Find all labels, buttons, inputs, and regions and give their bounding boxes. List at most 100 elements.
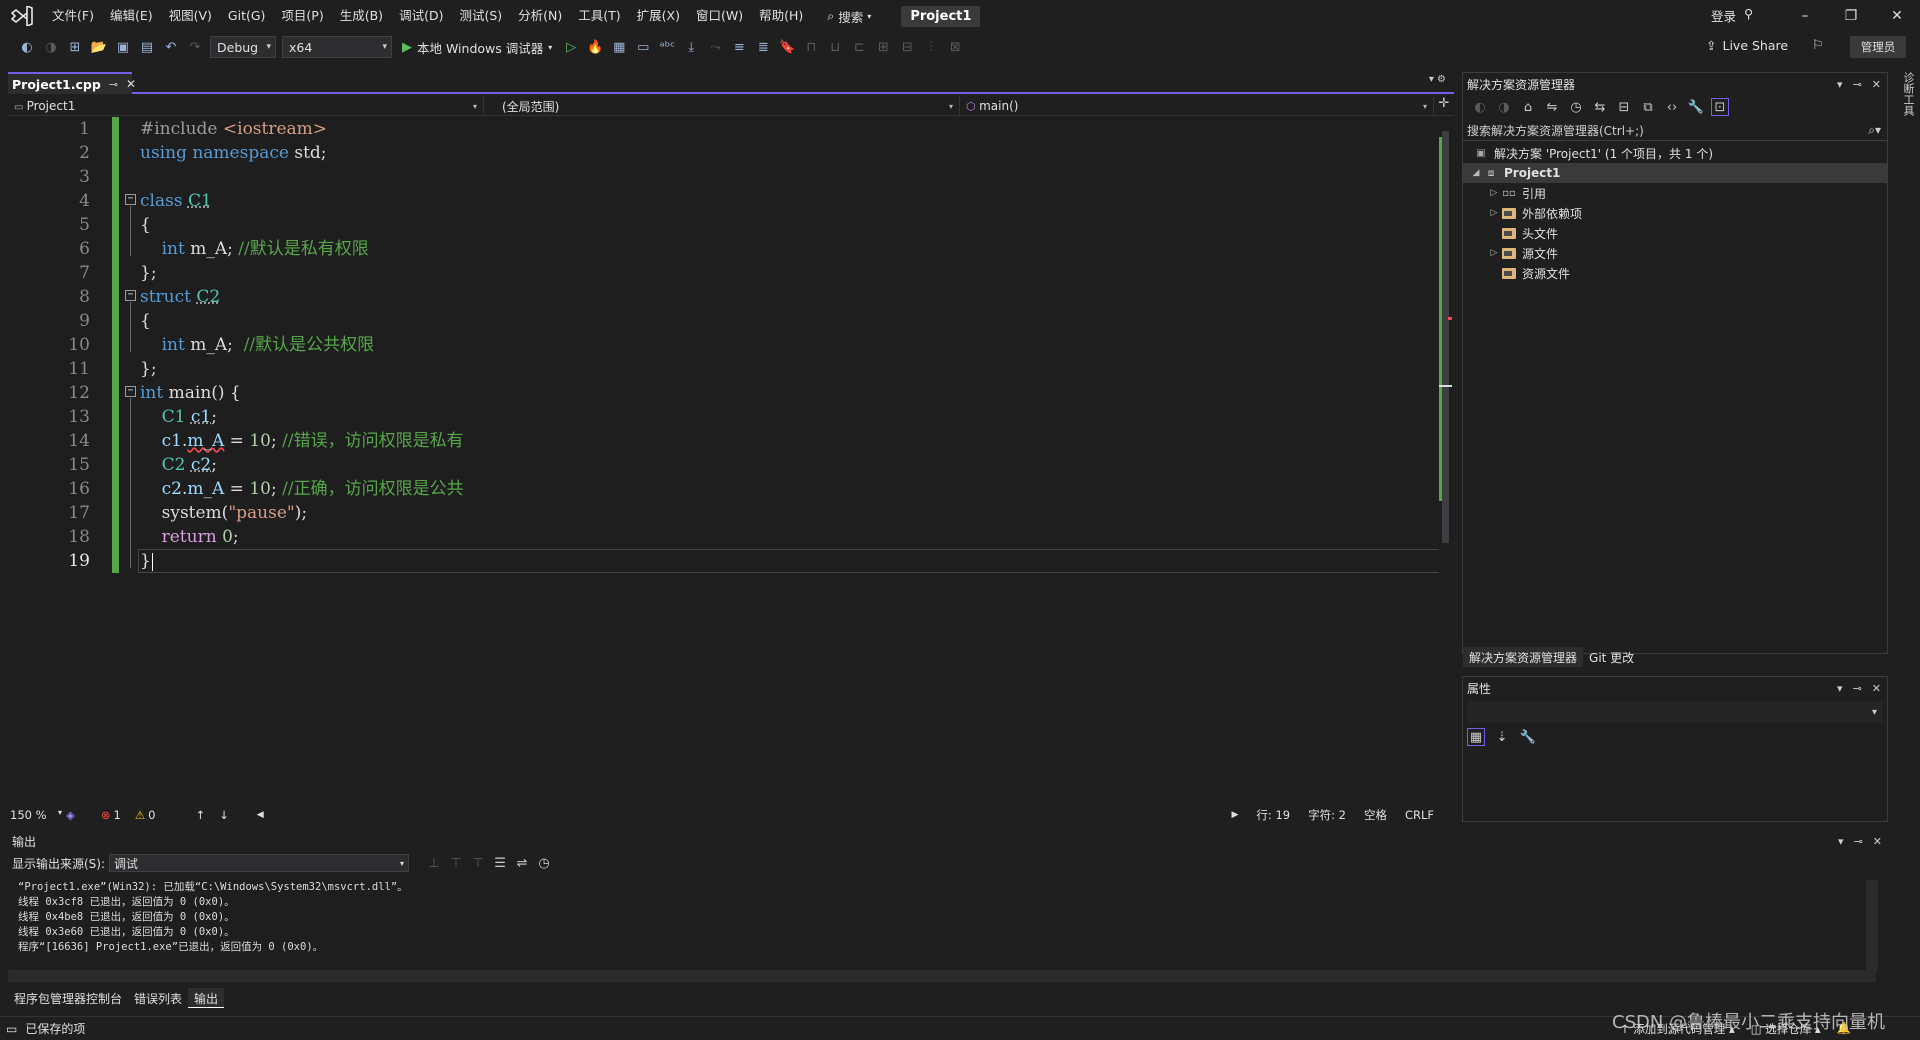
save-all-icon[interactable]: ▤ <box>138 38 156 56</box>
menu-extensions[interactable]: 扩展(X) <box>629 0 688 32</box>
close-icon[interactable]: ✕ <box>126 77 136 91</box>
menu-file[interactable]: 文件(F) <box>44 0 102 32</box>
view-code-icon[interactable]: ‹› <box>1663 98 1681 116</box>
warning-count-button[interactable]: ⚠ 0 <box>135 808 156 822</box>
step-over-icon[interactable]: ⤳ <box>706 38 724 56</box>
collapsed-arrow-icon[interactable]: ▷ <box>1487 188 1501 198</box>
layout-icon[interactable]: ▭ <box>634 38 652 56</box>
pin-icon[interactable]: ⊸ <box>1853 78 1862 91</box>
minimize-button[interactable]: – <box>1782 0 1828 32</box>
scope-dropdown[interactable]: (全局范围) ▾ <box>484 96 960 116</box>
tab-output[interactable]: 输出 <box>188 988 225 1008</box>
close-icon[interactable]: ✕ <box>1872 78 1881 91</box>
arrow-down-icon[interactable]: ↓ <box>219 808 229 822</box>
zoom-dropdown[interactable]: 150 % ▾ <box>8 808 66 822</box>
project-dropdown[interactable]: ▭ Project1 ▾ <box>8 96 484 116</box>
menu-analyze[interactable]: 分析(N) <box>510 0 570 32</box>
new-project-icon[interactable]: ⊞ <box>66 38 84 56</box>
menu-debug[interactable]: 调试(D) <box>391 0 451 32</box>
forward-icon[interactable]: ◑ <box>1495 98 1513 116</box>
collapsed-arrow-icon[interactable]: ▷ <box>1487 208 1501 218</box>
browse-icon[interactable]: ▦ <box>610 38 628 56</box>
home-icon[interactable]: ⌂ <box>1519 98 1537 116</box>
collapse-all-icon[interactable]: ⊟ <box>1615 98 1633 116</box>
member-dropdown[interactable]: ⬡ main() ▾ <box>960 96 1434 116</box>
split-editor-icon[interactable]: ✛ <box>1434 96 1454 115</box>
close-icon[interactable]: ✕ <box>1873 835 1882 848</box>
clear-bookmarks-icon[interactable]: ⊏ <box>850 38 868 56</box>
tree-node-header-files[interactable]: 头文件 <box>1463 223 1887 243</box>
sync-icon[interactable]: ⇆ <box>1591 98 1609 116</box>
arrow-up-icon[interactable]: ↑ <box>195 808 205 822</box>
close-window-button[interactable]: ✕ <box>1874 0 1920 32</box>
back-icon[interactable]: ◐ <box>1471 98 1489 116</box>
undo-icon[interactable]: ↶ <box>162 38 180 56</box>
prev-bookmark-icon[interactable]: ⊓ <box>802 38 820 56</box>
close-icon[interactable]: ✕ <box>1872 682 1881 695</box>
scroll-left-icon[interactable]: ◀ <box>257 810 264 820</box>
next-bookmark-icon[interactable]: ⊔ <box>826 38 844 56</box>
tree-node-resource-files[interactable]: 资源文件 <box>1463 263 1887 283</box>
login-button[interactable]: 登录 ⚲ <box>1711 6 1753 25</box>
tree-node-external-deps[interactable]: ▷ 外部依赖项 <box>1463 203 1887 223</box>
prev-message-icon[interactable]: ⊤ <box>447 854 465 872</box>
property-pages-icon[interactable]: 🔧 <box>1519 728 1537 746</box>
menu-git[interactable]: Git(G) <box>220 0 274 32</box>
hot-reload-icon[interactable]: 🔥 <box>586 38 604 56</box>
menu-project[interactable]: 项目(P) <box>273 0 331 32</box>
pin-icon[interactable]: ⊸ <box>1854 835 1863 848</box>
scrollbar-thumb[interactable] <box>1442 131 1449 543</box>
step-icon[interactable]: ⤓ <box>682 38 700 56</box>
uncomment-icon[interactable]: ≣ <box>754 38 772 56</box>
chevron-down-icon[interactable]: ▾ <box>1837 682 1843 695</box>
pin-icon[interactable]: ⊸ <box>1853 682 1862 695</box>
grid-icon[interactable]: ⊟ <box>898 38 916 56</box>
copilot-icon[interactable]: ◈ <box>66 808 75 822</box>
start-without-debugging-icon[interactable]: ▷ <box>562 38 580 56</box>
switch-views-icon[interactable]: ⇋ <box>1543 98 1561 116</box>
menu-window[interactable]: 窗口(W) <box>688 0 751 32</box>
restore-button[interactable]: ❐ <box>1828 0 1874 32</box>
clear-all-icon[interactable]: ☰ <box>491 854 509 872</box>
chevron-down-icon[interactable]: ▾ <box>1837 78 1843 91</box>
spellcheck-icon[interactable]: ᵃᵇᶜ <box>658 38 676 56</box>
find-message-icon[interactable]: ⊥ <box>425 854 443 872</box>
open-file-icon[interactable]: 📂 <box>90 38 108 56</box>
scroll-right-icon[interactable]: ▶ <box>1232 810 1239 820</box>
diagnostic-tools-rail[interactable]: 诊断工具 <box>1892 72 1916 128</box>
pending-changes-icon[interactable]: ◷ <box>1567 98 1585 116</box>
output-vertical-scrollbar[interactable] <box>1866 880 1878 970</box>
output-text[interactable]: “Project1.exe”(Win32): 已加载“C:\Windows\Sy… <box>18 880 1868 970</box>
preview-selected-icon[interactable]: ⊡ <box>1711 98 1729 116</box>
menu-help[interactable]: 帮助(H) <box>751 0 811 32</box>
tree-solution[interactable]: ▣ 解决方案 'Project1' (1 个项目，共 1 个) <box>1463 143 1887 163</box>
search-button[interactable]: ⌕ 搜索 ▾ <box>819 7 879 26</box>
visual-studio-logo-icon[interactable] <box>0 0 44 32</box>
back-nav-icon[interactable]: ◐ <box>18 38 36 56</box>
properties-wrench-icon[interactable]: 🔧 <box>1687 98 1705 116</box>
format-icon[interactable]: ⊞ <box>874 38 892 56</box>
menu-tools[interactable]: 工具(T) <box>570 0 628 32</box>
fold-toggle-class-c1[interactable]: − <box>125 194 136 205</box>
menu-build[interactable]: 生成(B) <box>332 0 391 32</box>
tab-package-manager-console[interactable]: 程序包管理器控制台 <box>8 988 128 1008</box>
bookmark-icon[interactable]: 🔖 <box>778 38 796 56</box>
fold-toggle-main[interactable]: − <box>125 386 136 397</box>
tree-node-source-files[interactable]: ▷ 源文件 <box>1463 243 1887 263</box>
save-icon[interactable]: ▣ <box>114 38 132 56</box>
whitespace-indicator[interactable]: 空格 <box>1364 807 1387 823</box>
configuration-dropdown[interactable]: Debug ▾ <box>210 36 276 58</box>
code-editor[interactable]: 1 2 3 4 5 6 7 8 9 10 11 12 13 14 15 16 17 18 19 − − − #inc… <box>8 117 1452 807</box>
feedback-icon[interactable]: ⚐ <box>1812 38 1824 53</box>
tree-project[interactable]: ◢ ⧈ Project1 <box>1463 163 1887 183</box>
line-ending-indicator[interactable]: CRLF <box>1405 808 1434 822</box>
output-horizontal-scrollbar[interactable] <box>8 970 1876 982</box>
platform-dropdown[interactable]: x64 ▾ <box>282 36 392 58</box>
timestamp-icon[interactable]: ◷ <box>535 854 553 872</box>
solution-search-input[interactable]: 搜索解决方案资源管理器(Ctrl+;) ⌕▾ <box>1463 121 1887 141</box>
output-source-dropdown[interactable]: 调试 ▾ <box>109 854 410 872</box>
tab-overflow-icon[interactable]: ▾ ⚙ <box>1429 74 1446 85</box>
collapsed-arrow-icon[interactable]: ▷ <box>1487 248 1501 258</box>
tab-error-list[interactable]: 错误列表 <box>128 988 188 1008</box>
properties-object-dropdown[interactable]: ▾ <box>1467 701 1883 723</box>
